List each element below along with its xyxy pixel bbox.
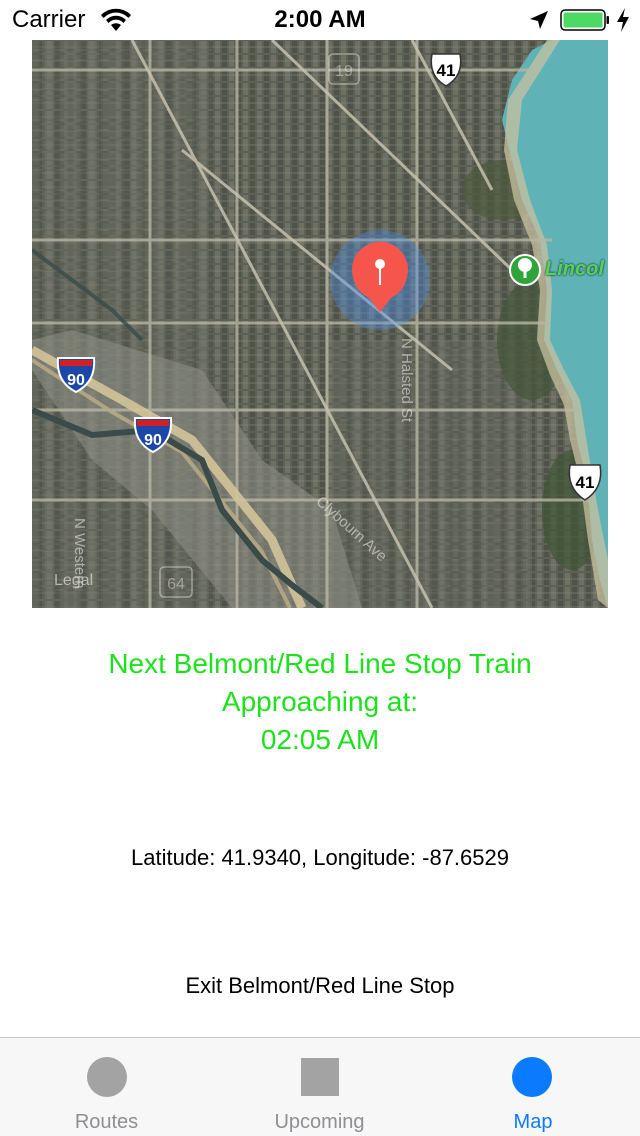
svg-text:90: 90: [144, 432, 162, 449]
svg-text:41: 41: [437, 61, 456, 80]
circle-icon: [512, 1057, 552, 1097]
next-train-info: Next Belmont/Red Line Stop Train Approac…: [0, 645, 640, 759]
tab-map[interactable]: Map: [426, 1038, 640, 1136]
screen: Carrier 2:00 AM 41 41 90 90 19 64 N Hals…: [0, 0, 640, 1136]
street-label-halsted: N Halsted St: [398, 338, 415, 423]
tab-label-routes: Routes: [74, 1111, 139, 1133]
location-arrow-icon: [530, 11, 548, 29]
status-bar: Carrier 2:00 AM: [0, 0, 640, 40]
svg-text:90: 90: [67, 372, 85, 389]
poi-label-lincoln-park[interactable]: Lincol: [545, 258, 604, 281]
tab-upcoming[interactable]: Upcoming: [213, 1038, 426, 1136]
next-train-line1: Next Belmont/Red Line Stop Train: [108, 648, 532, 679]
svg-text:41: 41: [576, 473, 595, 492]
tab-label-upcoming: Upcoming: [274, 1111, 365, 1133]
map-view[interactable]: 41 41 90 90 19 64 N Halsted St Clybourn …: [32, 40, 608, 608]
park-tree-icon[interactable]: [509, 254, 541, 286]
tab-label-map: Map: [513, 1111, 553, 1133]
circle-icon: [86, 1057, 127, 1097]
battery-icon: [560, 9, 609, 31]
coordinates-label: Latitude: 41.9340, Longitude: -87.6529: [131, 845, 509, 870]
tab-bar: Routes Upcoming Map: [0, 1037, 640, 1136]
map-legal-link[interactable]: Legal: [54, 572, 93, 590]
charging-bolt-icon: [617, 8, 629, 32]
square-icon: [300, 1058, 339, 1096]
exit-stop-button[interactable]: Exit Belmont/Red Line Stop: [0, 973, 640, 999]
next-train-time: 02:05 AM: [260, 724, 380, 755]
svg-text:19: 19: [335, 63, 353, 80]
satellite-map[interactable]: 41 41 90 90 19 64: [32, 40, 608, 608]
tab-routes[interactable]: Routes: [0, 1038, 213, 1136]
next-train-line2: Approaching at:: [221, 686, 419, 717]
svg-text:64: 64: [167, 576, 185, 593]
